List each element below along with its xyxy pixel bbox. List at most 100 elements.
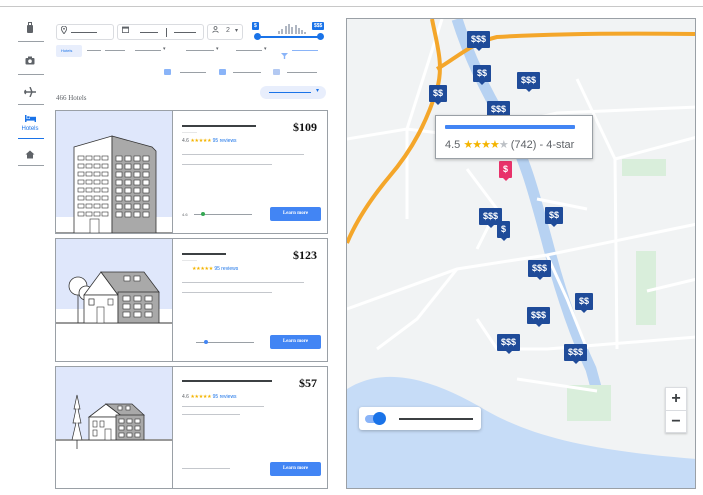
- amenity-label: 4.6: [182, 212, 188, 217]
- location-field[interactable]: [56, 24, 114, 40]
- all-filters-button[interactable]: [292, 50, 318, 51]
- hotel-detail: [182, 468, 230, 469]
- building-window: [124, 171, 132, 178]
- filter-dropdown[interactable]: [135, 50, 161, 51]
- building-window: [85, 187, 93, 193]
- building-window: [93, 155, 101, 161]
- search-as-map-moves-toggle[interactable]: [359, 407, 481, 430]
- building-window: [85, 171, 93, 177]
- hotel-detail: [182, 154, 304, 155]
- map-price-pin-selected[interactable]: $: [499, 161, 513, 181]
- price-range-slider[interactable]: $ $$$: [252, 22, 326, 42]
- map-street: [376, 268, 459, 351]
- chevron-down-icon: ▾: [235, 28, 239, 34]
- map-street: [614, 135, 695, 161]
- building-window: [101, 187, 109, 193]
- price-max-handle[interactable]: [317, 33, 324, 40]
- map-price-pin[interactable]: $$$: [564, 344, 588, 364]
- view-option[interactable]: [233, 72, 261, 73]
- histogram-bar: [291, 27, 294, 34]
- building-window: [142, 211, 150, 218]
- building-window: [133, 187, 141, 194]
- nav-item-vacation-rentals[interactable]: [14, 150, 46, 162]
- map-price-pin[interactable]: $$$: [528, 260, 552, 280]
- filter-dropdown[interactable]: [236, 50, 262, 51]
- building-window: [115, 171, 123, 178]
- zoom-out-button[interactable]: −: [666, 411, 686, 433]
- hotel-subtitle: ―――――: [182, 130, 197, 134]
- star-rating-icon: ★★★★★: [190, 394, 212, 400]
- map-price-pin[interactable]: $$$: [467, 31, 491, 51]
- hotel-tooltip[interactable]: 4.5 ★★★★★ (742) - 4-star: [435, 115, 593, 159]
- building-window: [126, 418, 133, 424]
- hotel-price: $123: [293, 248, 317, 262]
- building-window: [85, 203, 93, 209]
- building-window: [93, 163, 101, 169]
- tooltip-hotel-class: - 4-star: [539, 139, 575, 151]
- building-window: [85, 163, 93, 169]
- check-in-value[interactable]: [140, 32, 158, 33]
- nav-divider: [18, 104, 44, 105]
- map-price-pin[interactable]: $$: [473, 65, 492, 85]
- toggle-knob[interactable]: [373, 412, 386, 425]
- map-view-icon[interactable]: [273, 69, 280, 75]
- view-option[interactable]: [180, 72, 206, 73]
- building-window: [93, 171, 101, 177]
- guests-field[interactable]: 2 ▾: [207, 24, 243, 40]
- hotel-detail: [182, 414, 240, 415]
- map-price-pin[interactable]: $: [497, 221, 511, 241]
- map-price-pin[interactable]: $$: [545, 207, 564, 227]
- nav-item-photos[interactable]: [14, 56, 46, 68]
- zoom-in-button[interactable]: +: [666, 388, 686, 410]
- building-window: [142, 171, 150, 178]
- building-window: [101, 195, 109, 201]
- building-window: [124, 155, 132, 162]
- learn-more-button[interactable]: Learn more: [270, 462, 321, 476]
- check-out-value[interactable]: [174, 32, 196, 33]
- filter-chip[interactable]: [87, 50, 101, 51]
- grid-view-icon[interactable]: [219, 69, 226, 75]
- building-window: [142, 163, 150, 170]
- filter-chip[interactable]: [105, 50, 125, 51]
- building-window: [92, 429, 98, 437]
- building-window: [115, 155, 123, 162]
- filter-dropdown[interactable]: [186, 50, 214, 51]
- hotel-card[interactable]: 4.6 ★★★★★ 95 reviews $57 Learn more: [55, 366, 328, 489]
- map-price-pin[interactable]: $$$: [497, 334, 521, 354]
- building-window: [77, 179, 85, 185]
- map-price-pin[interactable]: $$: [575, 293, 594, 313]
- view-option[interactable]: [287, 72, 317, 73]
- learn-more-button[interactable]: Learn more: [270, 207, 321, 221]
- rating-value: 4.6: [182, 138, 189, 144]
- hotel-rating: 4.6 ★★★★★ 95 reviews: [182, 394, 237, 400]
- dates-field[interactable]: [117, 24, 204, 40]
- map[interactable]: $$$ $$ $$$ $$ $$$ $ $$$ $ $$ $$$ $$ $$$ $$$ $$$ 4.5 ★…: [346, 18, 696, 489]
- list-view-icon[interactable]: [164, 69, 171, 75]
- building-window: [118, 418, 125, 424]
- reviews-link[interactable]: 95 reviews: [214, 266, 238, 272]
- sort-dropdown[interactable]: ▾: [260, 86, 326, 99]
- map-price-pin[interactable]: $$$: [517, 72, 541, 92]
- map-price-pin[interactable]: $$: [429, 85, 448, 105]
- nav-divider: [18, 41, 44, 42]
- building-window: [93, 195, 101, 201]
- building-window: [133, 295, 142, 302]
- filter-funnel-icon[interactable]: [281, 46, 288, 64]
- reviews-link[interactable]: 95 reviews: [213, 394, 237, 400]
- hotel-card[interactable]: ――――― 4.6 ★★★★★ 95 reviews $109 4.6 Lear…: [55, 110, 328, 234]
- filter-chip-hotels[interactable]: Hotels: [56, 45, 82, 57]
- nav-item-flights[interactable]: [14, 86, 46, 100]
- map-price-pin[interactable]: $$$: [527, 307, 551, 327]
- reviews-link[interactable]: 95 reviews: [213, 138, 237, 144]
- building-window: [142, 179, 150, 186]
- hotel-card[interactable]: ――――― ★★★★★ 95 reviews $123 Learn more: [55, 238, 328, 362]
- learn-more-button[interactable]: Learn more: [270, 335, 321, 349]
- hotel-photo: [56, 239, 173, 361]
- price-min-handle[interactable]: [254, 33, 261, 40]
- building-window: [122, 311, 131, 318]
- nav-item-luggage[interactable]: [14, 22, 46, 37]
- nav-item-hotels[interactable]: Hotels: [14, 114, 46, 132]
- building-window: [101, 211, 109, 217]
- nav-item-hotels-label: Hotels: [21, 126, 39, 132]
- histogram-bar: [284, 26, 287, 34]
